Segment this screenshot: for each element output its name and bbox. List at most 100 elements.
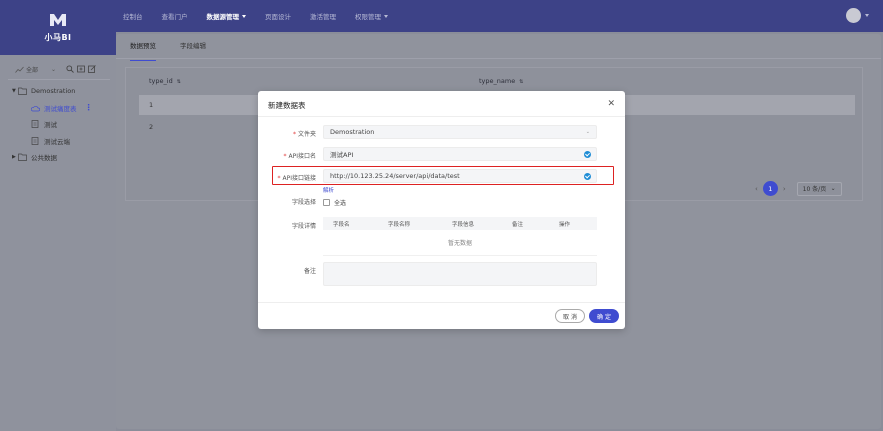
chart-icon <box>15 66 24 73</box>
logo-icon <box>50 14 66 26</box>
select-all-checkbox[interactable]: 全选 <box>323 198 346 207</box>
chevron-down-icon: ⌄ <box>830 185 836 192</box>
remark-textarea[interactable] <box>323 262 597 286</box>
checkbox-box[interactable] <box>323 199 330 206</box>
page-number[interactable]: 1 <box>762 181 778 196</box>
folder-icon <box>18 87 27 96</box>
page-size-select[interactable]: 10 条/页 ⌄ <box>796 181 842 196</box>
label-text: API接口链接 <box>282 175 317 182</box>
field-select-label: 字段选择 <box>291 199 316 206</box>
caret-down-icon <box>242 14 246 18</box>
folder-select[interactable]: Demostration ⌄ <box>323 125 597 139</box>
sidebar-filter-select[interactable]: 全部 ⌄ <box>15 65 56 74</box>
user-menu[interactable] <box>846 8 869 23</box>
cancel-button[interactable]: 取 消 <box>555 309 585 323</box>
next-page-icon[interactable]: › <box>783 185 786 193</box>
tree-node-label: 测试痛度表 <box>44 104 77 113</box>
checkbox-label: 全选 <box>334 200 347 207</box>
close-icon[interactable]: ✕ <box>607 99 615 109</box>
edit-icon[interactable] <box>88 65 96 73</box>
tree-node-test-cloud[interactable]: 测试云端 <box>12 133 112 150</box>
api-name-input[interactable]: 测试API <box>323 147 597 161</box>
divider <box>116 58 881 59</box>
column-header: 字段名 <box>333 221 350 228</box>
dialog-title: 新建数据表 <box>268 101 306 110</box>
caret-down-icon <box>865 14 869 17</box>
divider <box>8 79 110 80</box>
required-marker: * <box>283 153 287 160</box>
tree-node-demostration[interactable]: ▼ Demostration <box>12 83 112 100</box>
folder-label: * 文件夹 <box>258 129 316 138</box>
table-cell: 1 <box>149 101 154 109</box>
page-size-label: 10 条/页 <box>802 186 827 193</box>
column-header-type-name[interactable]: type_name ⇅ <box>479 77 523 85</box>
api-name-label: * API接口名 <box>258 151 317 160</box>
nav-item-activation[interactable]: 激活管理 <box>310 11 336 21</box>
avatar <box>846 8 861 23</box>
datasource-tree: ▼ Demostration 测试痛度表 ⋮ 测试 测试云端 ▶ 公共数据 <box>12 83 112 166</box>
tree-node-label: 公共数据 <box>31 154 57 163</box>
prev-page-icon[interactable]: ‹ <box>755 185 758 193</box>
nav-item-portal[interactable]: 查看门户 <box>162 11 188 21</box>
field-value: http://10.123.25.24/server/api/data/test <box>330 172 460 180</box>
tree-node-label: 测试云端 <box>44 137 70 146</box>
column-header-label: type_name <box>479 77 516 85</box>
empty-state: 暂无数据 <box>323 230 597 256</box>
field-value: 测试API <box>330 151 354 159</box>
label-text: API接口名 <box>288 153 317 160</box>
caret-down-icon <box>384 14 388 18</box>
sort-icon[interactable]: ⇅ <box>519 79 523 85</box>
divider <box>258 116 625 117</box>
nav-item-console[interactable]: 控制台 <box>123 11 143 21</box>
nav-item-permissions[interactable]: 权限管理 <box>355 11 388 21</box>
cloud-icon <box>31 105 40 112</box>
api-url-input[interactable]: http://10.123.25.24/server/api/data/test <box>323 169 597 183</box>
nav-item-page-design[interactable]: 页面设计 <box>265 11 291 21</box>
tree-node-public-data[interactable]: ▶ 公共数据 <box>12 149 112 166</box>
required-marker: * <box>277 175 281 182</box>
column-header-label: type_id <box>149 77 173 85</box>
nav-item-datasource[interactable]: 数据源管理 <box>207 11 246 21</box>
table-file-icon <box>31 120 39 129</box>
field-detail-table: 字段名 字段名称 字段信息 备注 操作 暂无数据 <box>323 217 597 256</box>
pagination: ‹ 1 › 10 条/页 ⌄ <box>750 181 842 196</box>
new-table-dialog: 新建数据表 ✕ * 文件夹 Demostration ⌄ * API接口名 测试API… <box>258 91 625 329</box>
main-nav: 控制台 查看门户 数据源管理 页面设计 激活管理 权限管理 <box>123 0 407 32</box>
tab-field-edit[interactable]: 字段编辑 <box>180 40 206 56</box>
chevron-down-icon: ⌄ <box>51 65 57 73</box>
tab-bar: 数据预览 字段编辑 <box>130 40 230 61</box>
divider <box>258 302 625 303</box>
nav-label: 激活管理 <box>310 13 336 21</box>
sidebar-actions <box>66 65 99 73</box>
field-detail-label: 字段详情 <box>291 223 316 230</box>
api-url-label: * API接口链接 <box>258 173 317 182</box>
parse-link[interactable]: 解析 <box>323 186 334 194</box>
nav-label: 页面设计 <box>265 13 291 21</box>
tree-node-label: Demostration <box>31 87 76 96</box>
check-circle-icon <box>584 173 591 180</box>
sort-icon[interactable]: ⇅ <box>177 79 181 85</box>
chevron-down-icon: ⌄ <box>585 129 590 135</box>
folder-icon <box>18 153 27 162</box>
nav-label: 控制台 <box>123 13 143 21</box>
search-icon[interactable] <box>66 65 74 73</box>
sidebar-toolbar: 全部 ⌄ <box>15 63 110 75</box>
confirm-button[interactable]: 确 定 <box>589 309 619 323</box>
column-header-type-id[interactable]: type_id ⇅ <box>149 77 181 85</box>
label-text: 文件夹 <box>297 131 316 138</box>
remark-label: 备注 <box>303 268 316 275</box>
tab-data-preview[interactable]: 数据预览 <box>130 40 156 61</box>
filter-label: 全部 <box>26 66 39 74</box>
field-value: Demostration <box>330 128 375 136</box>
column-header: 字段名称 <box>388 221 411 228</box>
add-folder-icon[interactable] <box>77 65 85 73</box>
tree-node-test-table[interactable]: 测试痛度表 ⋮ <box>12 100 112 117</box>
tree-node-label: 测试 <box>44 121 57 130</box>
column-header: 备注 <box>512 221 524 228</box>
logo[interactable]: 小马BI <box>0 0 116 55</box>
column-header: 字段信息 <box>452 221 475 228</box>
tree-node-test[interactable]: 测试 <box>12 116 112 133</box>
more-vertical-icon[interactable]: ⋮ <box>85 103 93 112</box>
nav-label: 权限管理 <box>355 13 381 21</box>
table-header: 字段名 字段名称 字段信息 备注 操作 <box>323 217 597 230</box>
